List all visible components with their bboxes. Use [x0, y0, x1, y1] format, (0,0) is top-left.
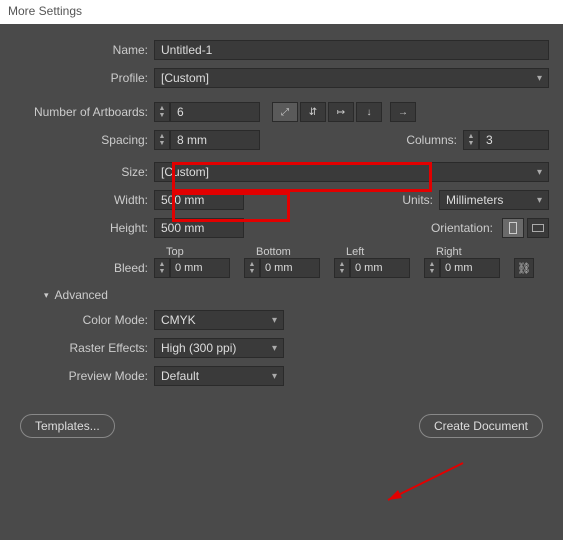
- arrange-row-icon[interactable]: ↦: [328, 102, 354, 122]
- spacing-label: Spacing:: [14, 133, 154, 147]
- bleed-right-stepper[interactable]: ▲▼: [424, 258, 440, 278]
- arrange-col-icon[interactable]: ↓: [356, 102, 382, 122]
- grid-by-row-icon[interactable]: ⤢: [272, 102, 298, 122]
- colormode-label: Color Mode:: [14, 313, 154, 327]
- height-label: Height:: [14, 221, 154, 235]
- bleed-left-input[interactable]: [350, 258, 410, 278]
- artboards-input[interactable]: [170, 102, 260, 122]
- templates-button[interactable]: Templates...: [20, 414, 115, 438]
- bleed-right-input[interactable]: [440, 258, 500, 278]
- preview-dropdown[interactable]: Default: [154, 366, 284, 386]
- name-label: Name:: [14, 43, 154, 57]
- bleed-left-stepper[interactable]: ▲▼: [334, 258, 350, 278]
- raster-label: Raster Effects:: [14, 341, 154, 355]
- name-input[interactable]: [154, 40, 549, 60]
- preview-label: Preview Mode:: [14, 369, 154, 383]
- artboards-stepper[interactable]: ▲▼: [154, 102, 170, 122]
- dialog-title: More Settings: [8, 4, 82, 18]
- units-label: Units:: [389, 193, 439, 207]
- landscape-icon[interactable]: [527, 218, 549, 238]
- bleed-bottom-input[interactable]: [260, 258, 320, 278]
- dialog-body: Name: Profile: [Custom] Number of Artboa…: [0, 24, 563, 402]
- annotation-arrow: [378, 458, 468, 508]
- bleed-top-input[interactable]: [170, 258, 230, 278]
- bleed-bottom-label: Bottom: [256, 246, 346, 258]
- units-dropdown[interactable]: Millimeters: [439, 190, 549, 210]
- bleed-bottom-stepper[interactable]: ▲▼: [244, 258, 260, 278]
- columns-input[interactable]: [479, 130, 549, 150]
- colormode-dropdown[interactable]: CMYK: [154, 310, 284, 330]
- bleed-left-label: Left: [346, 246, 436, 258]
- size-dropdown[interactable]: [Custom]: [154, 162, 549, 182]
- size-label: Size:: [14, 165, 154, 179]
- bleed-right-label: Right: [436, 246, 526, 258]
- bleed-top-stepper[interactable]: ▲▼: [154, 258, 170, 278]
- artboards-label: Number of Artboards:: [14, 105, 154, 119]
- link-bleed-icon[interactable]: ⛓: [514, 258, 534, 278]
- width-label: Width:: [14, 193, 154, 207]
- bleed-label: Bleed:: [14, 261, 154, 275]
- height-input[interactable]: [154, 218, 244, 238]
- profile-dropdown[interactable]: [Custom]: [154, 68, 549, 88]
- spacing-input[interactable]: [170, 130, 260, 150]
- spacing-stepper[interactable]: ▲▼: [154, 130, 170, 150]
- create-document-button[interactable]: Create Document: [419, 414, 543, 438]
- portrait-icon[interactable]: [502, 218, 524, 238]
- orientation-label: Orientation:: [419, 221, 499, 235]
- rtl-icon[interactable]: →: [390, 102, 416, 122]
- bleed-top-label: Top: [166, 246, 256, 258]
- profile-label: Profile:: [14, 71, 154, 85]
- raster-dropdown[interactable]: High (300 ppi): [154, 338, 284, 358]
- columns-label: Columns:: [393, 133, 463, 147]
- width-input[interactable]: [154, 190, 244, 210]
- grid-by-col-icon[interactable]: ⇵: [300, 102, 326, 122]
- columns-stepper[interactable]: ▲▼: [463, 130, 479, 150]
- title-bar: More Settings: [0, 0, 563, 24]
- advanced-toggle[interactable]: Advanced: [44, 288, 549, 302]
